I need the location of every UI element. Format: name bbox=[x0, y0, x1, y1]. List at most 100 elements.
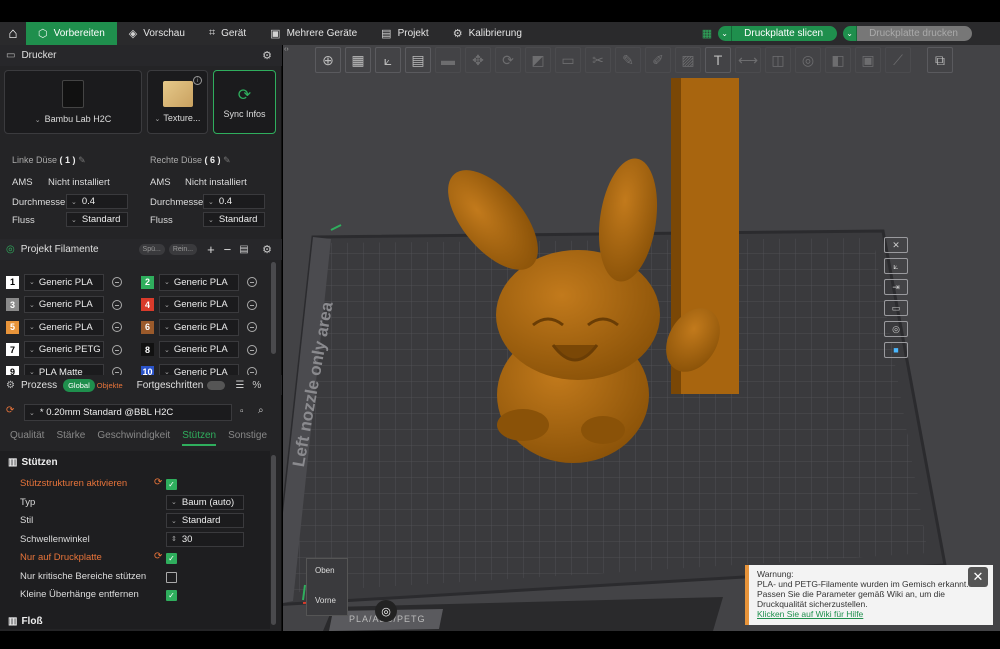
filament-number-badge[interactable]: 3 bbox=[6, 298, 19, 311]
list-icon[interactable]: ☰ bbox=[235, 380, 244, 391]
advanced-toggle[interactable] bbox=[207, 380, 226, 390]
objects-toggle[interactable]: Objekte bbox=[97, 381, 123, 390]
filament-select[interactable]: ⌄ Generic PLA bbox=[159, 318, 239, 336]
remove-filament-icon[interactable] bbox=[247, 322, 257, 332]
collapse-sidebar-icon[interactable]: ‹› bbox=[284, 46, 289, 53]
filament-number-badge[interactable]: 1 bbox=[6, 275, 19, 289]
plate-preview-icon[interactable]: ■ bbox=[884, 342, 908, 358]
property-checkbox[interactable]: ✓ bbox=[166, 553, 177, 564]
tab-sonstige[interactable]: Sonstige bbox=[228, 430, 267, 446]
remove-filament-icon[interactable] bbox=[112, 344, 122, 355]
right-diameter-select[interactable]: ⌄ 0.4 bbox=[203, 194, 265, 209]
brim-ears-icon[interactable]: ◎ bbox=[795, 47, 821, 73]
assembly-icon[interactable]: ◫ bbox=[765, 47, 791, 73]
tab-geraet[interactable]: ⌗ Gerät bbox=[197, 22, 258, 45]
plate-list-icon[interactable]: ▦ bbox=[702, 27, 712, 40]
property-select[interactable]: ⌄ Baum (auto) bbox=[166, 494, 244, 510]
gear-icon[interactable]: ⚙ bbox=[262, 49, 272, 62]
split-icon[interactable]: ▬ bbox=[435, 47, 461, 73]
property-select[interactable]: ⌄ Standard bbox=[166, 513, 244, 528]
tab-stuetzen[interactable]: Stützen bbox=[182, 430, 217, 446]
right-flow-select[interactable]: ⌄ Standard bbox=[203, 212, 265, 227]
chevron-down-icon[interactable]: ⌄ bbox=[718, 26, 733, 41]
tab-staerke[interactable]: Stärke bbox=[56, 430, 85, 446]
cut-icon[interactable]: ✂ bbox=[585, 47, 611, 73]
color-paint-icon[interactable]: ▨ bbox=[675, 47, 701, 73]
3d-viewport[interactable]: Left nozzle only area PLA/ABS/PETG ⊕ ▦ ⟀… bbox=[283, 45, 1000, 631]
view-top-label[interactable]: Oben bbox=[315, 566, 335, 575]
property-checkbox[interactable]: ✓ bbox=[166, 479, 177, 490]
reset-icon[interactable]: ⟳ bbox=[154, 551, 162, 562]
tab-kalibrierung[interactable]: ⚙ Kalibrierung bbox=[441, 22, 534, 45]
remove-filament-icon[interactable] bbox=[112, 299, 122, 310]
remove-filament-icon[interactable] bbox=[112, 277, 122, 287]
filament-number-badge[interactable]: 7 bbox=[6, 343, 19, 356]
filament-number-badge[interactable]: 8 bbox=[141, 343, 154, 356]
percent-icon[interactable]: % bbox=[252, 380, 261, 391]
property-checkbox[interactable] bbox=[166, 571, 177, 583]
tab-projekt[interactable]: ▤ Projekt bbox=[369, 22, 441, 45]
lay-on-face-icon[interactable]: ▭ bbox=[555, 47, 581, 73]
tab-mehrere-geraete[interactable]: ▣ Mehrere Geräte bbox=[258, 22, 369, 45]
remove-filament-icon[interactable] bbox=[112, 322, 122, 332]
add-object-icon[interactable]: ⊕ bbox=[315, 47, 341, 73]
seam-paint-icon[interactable]: ✐ bbox=[645, 47, 671, 73]
remove-icon[interactable]: − bbox=[224, 242, 232, 257]
filament-select[interactable]: ⌄ Generic PLA bbox=[159, 341, 239, 358]
tab-vorschau[interactable]: ◈ Vorschau bbox=[117, 22, 197, 45]
tab-geschwindigkeit[interactable]: Geschwindigkeit bbox=[97, 430, 170, 446]
auto-orient-icon[interactable]: ⟀ bbox=[375, 47, 401, 73]
filament-number-badge[interactable]: 2 bbox=[141, 275, 154, 289]
remove-filament-icon[interactable] bbox=[247, 277, 257, 287]
search-icon[interactable]: ⌕ bbox=[258, 405, 264, 416]
filament-number-badge[interactable]: 4 bbox=[141, 298, 154, 311]
add-icon[interactable]: + bbox=[207, 242, 215, 257]
global-toggle[interactable]: Global bbox=[63, 378, 95, 392]
remove-filament-icon[interactable] bbox=[247, 344, 257, 355]
reset-icon[interactable]: ⟳ bbox=[6, 405, 14, 416]
print-plate-button[interactable]: ⌄ Druckplatte drucken bbox=[843, 26, 972, 41]
object-list-icon[interactable]: ⧉ bbox=[927, 47, 953, 73]
arrange-plate-icon[interactable]: ⟀ bbox=[884, 258, 908, 274]
chevron-down-icon[interactable]: ⌄ bbox=[843, 26, 858, 41]
support-paint-icon[interactable]: ✎ bbox=[615, 47, 641, 73]
save-icon[interactable]: ▫ bbox=[240, 406, 244, 417]
filament-select[interactable]: ⌄ Generic PETG bbox=[24, 341, 104, 358]
filament-select[interactable]: ⌄ Generic PLA bbox=[24, 318, 104, 336]
filament-select[interactable]: ⌄ Generic PLA bbox=[24, 296, 104, 313]
view-cube[interactable]: Oben Vorne bbox=[306, 558, 348, 616]
flush-pill[interactable]: Spü... bbox=[138, 244, 165, 255]
left-flow-select[interactable]: ⌄ Standard bbox=[66, 212, 128, 227]
mesh-boolean-icon[interactable]: ◧ bbox=[825, 47, 851, 73]
clean-pill[interactable]: Rein... bbox=[168, 244, 198, 255]
filament-select[interactable]: ⌄ Generic PLA bbox=[159, 296, 239, 313]
measure-icon[interactable]: ⟷ bbox=[735, 47, 761, 73]
edit-icon[interactable]: ✎ bbox=[223, 155, 231, 165]
orient-plate-icon[interactable]: ⇥ bbox=[884, 279, 908, 295]
wiki-link[interactable]: Klicken Sie auf Wiki für Hilfe bbox=[757, 609, 985, 619]
add-plate-icon[interactable]: ▦ bbox=[345, 47, 371, 73]
remove-filament-icon[interactable] bbox=[247, 299, 257, 310]
filament-select[interactable]: ⌄ Generic PLA bbox=[24, 273, 104, 291]
arrange-icon[interactable]: ▤ bbox=[405, 47, 431, 73]
reset-icon[interactable]: ⟳ bbox=[154, 477, 162, 488]
text-icon[interactable]: T bbox=[705, 47, 731, 73]
plate-select-card[interactable]: i ⌄ Texture... bbox=[147, 70, 208, 134]
sync-info-button[interactable]: ⟳ Sync Infos bbox=[213, 70, 276, 134]
filament-select[interactable]: ⌄ Generic PLA bbox=[159, 273, 239, 291]
tab-vorbereiten[interactable]: ⬡ Vorbereiten bbox=[26, 22, 117, 45]
left-diameter-select[interactable]: ⌄ 0.4 bbox=[66, 194, 128, 209]
home-icon[interactable]: ⌂ bbox=[0, 22, 26, 45]
tab-qualitaet[interactable]: Qualität bbox=[10, 430, 44, 446]
edit-icon[interactable]: ✎ bbox=[78, 155, 86, 165]
camera-snapshot-icon[interactable]: ◎ bbox=[375, 600, 397, 622]
gear-icon[interactable]: ⚙ bbox=[262, 243, 272, 256]
close-icon[interactable]: ✕ bbox=[968, 567, 988, 587]
ruler-icon[interactable]: ⟋ bbox=[885, 47, 911, 73]
emboss-icon[interactable]: ▣ bbox=[855, 47, 881, 73]
lock-plate-icon[interactable]: ▭ bbox=[884, 300, 908, 316]
slice-plate-button[interactable]: ⌄ Druckplatte slicen bbox=[718, 26, 838, 41]
delete-plate-icon[interactable]: ✕ bbox=[884, 237, 908, 253]
printer-select-card[interactable]: ⌄ Bambu Lab H2C bbox=[4, 70, 142, 134]
filament-number-badge[interactable]: 6 bbox=[141, 320, 154, 334]
